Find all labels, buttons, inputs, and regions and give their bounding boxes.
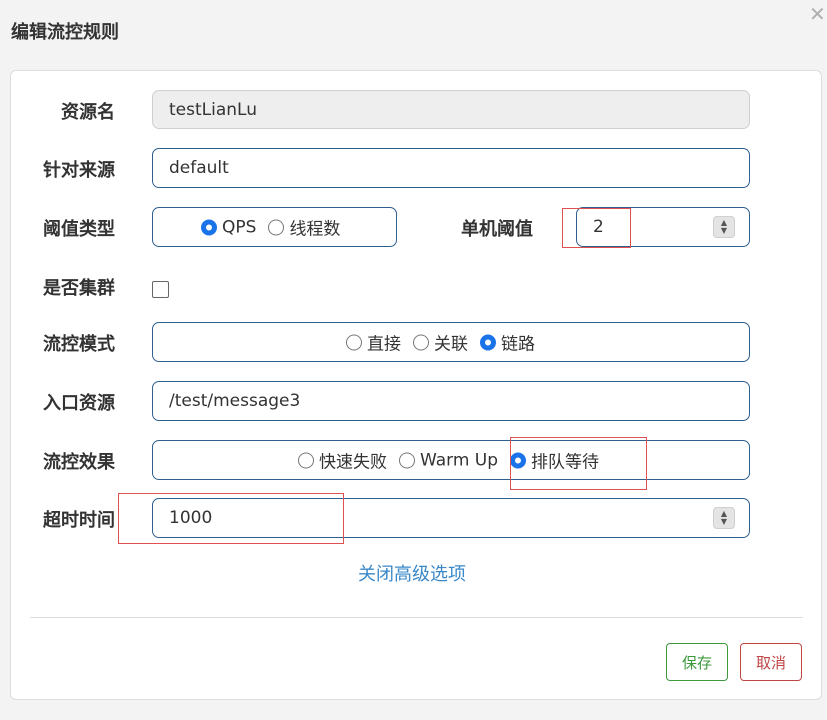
timeout-label: 超时时间 — [43, 510, 115, 531]
resource-label: 资源名 — [61, 102, 115, 123]
dialog-title: 编辑流控规则 — [11, 22, 119, 43]
radio-queue-wait-label: 排队等待 — [531, 452, 600, 473]
radio-thread-count-dot[interactable] — [268, 219, 285, 235]
cluster-checkbox[interactable] — [152, 281, 169, 298]
radio-chain-dot[interactable] — [480, 334, 496, 350]
control-effect-label: 流控效果 — [43, 452, 115, 473]
close-icon[interactable]: ✕ — [809, 4, 826, 24]
radio-warm-up[interactable]: Warm Up — [399, 450, 498, 470]
radio-fail-fast[interactable]: 快速失败 — [298, 448, 387, 473]
origin-label: 针对来源 — [43, 160, 115, 181]
radio-queue-wait-dot[interactable] — [510, 452, 527, 468]
timeout-input[interactable]: 1000 ▲ ▼ — [152, 498, 750, 538]
single-threshold-label: 单机阈值 — [461, 219, 533, 240]
footer-divider — [30, 617, 803, 618]
radio-qps-label: QPS — [222, 217, 257, 237]
radio-chain[interactable]: 链路 — [480, 330, 535, 355]
radio-direct[interactable]: 直接 — [346, 330, 401, 355]
number-spinner-icon[interactable]: ▲ ▼ — [713, 216, 735, 238]
threshold-type-group: QPS 线程数 — [152, 207, 397, 247]
entry-resource-label: 入口资源 — [43, 393, 115, 414]
cluster-label: 是否集群 — [43, 278, 115, 299]
threshold-type-label: 阈值类型 — [43, 219, 115, 240]
radio-thread-count[interactable]: 线程数 — [268, 215, 340, 240]
timeout-spinner-icon[interactable]: ▲ ▼ — [713, 507, 735, 529]
flow-mode-group: 直接 关联 链路 — [152, 322, 750, 362]
timeout-value: 1000 — [169, 508, 213, 528]
radio-relate[interactable]: 关联 — [413, 330, 468, 355]
radio-relate-dot[interactable] — [413, 334, 429, 350]
entry-resource-value: /test/message3 — [169, 391, 301, 411]
radio-chain-label: 链路 — [501, 334, 535, 355]
radio-fail-fast-dot[interactable] — [298, 452, 314, 468]
radio-qps[interactable]: QPS — [201, 217, 256, 237]
resource-input: testLianLu — [152, 90, 750, 129]
single-threshold-input[interactable]: 2 ▲ ▼ — [576, 207, 750, 247]
radio-queue-wait[interactable]: 排队等待 — [510, 448, 599, 473]
resource-value: testLianLu — [169, 99, 257, 120]
radio-direct-dot[interactable] — [346, 334, 362, 350]
origin-input[interactable]: default — [152, 148, 750, 188]
flow-mode-label: 流控模式 — [43, 334, 115, 355]
origin-value: default — [169, 158, 229, 178]
control-effect-group: 快速失败 Warm Up 排队等待 — [152, 440, 750, 480]
toggle-advanced-link[interactable]: 关闭高级选项 — [358, 560, 466, 586]
radio-warm-up-label: Warm Up — [420, 450, 499, 470]
single-threshold-value: 2 — [593, 217, 604, 237]
save-button[interactable]: 保存 — [666, 643, 728, 681]
entry-resource-input[interactable]: /test/message3 — [152, 381, 750, 421]
radio-qps-dot[interactable] — [201, 219, 217, 235]
cancel-button[interactable]: 取消 — [740, 643, 802, 681]
radio-relate-label: 关联 — [434, 334, 468, 355]
radio-thread-count-label: 线程数 — [289, 219, 341, 240]
radio-warm-up-dot[interactable] — [399, 452, 415, 468]
radio-fail-fast-label: 快速失败 — [319, 452, 387, 473]
radio-direct-label: 直接 — [367, 334, 401, 355]
